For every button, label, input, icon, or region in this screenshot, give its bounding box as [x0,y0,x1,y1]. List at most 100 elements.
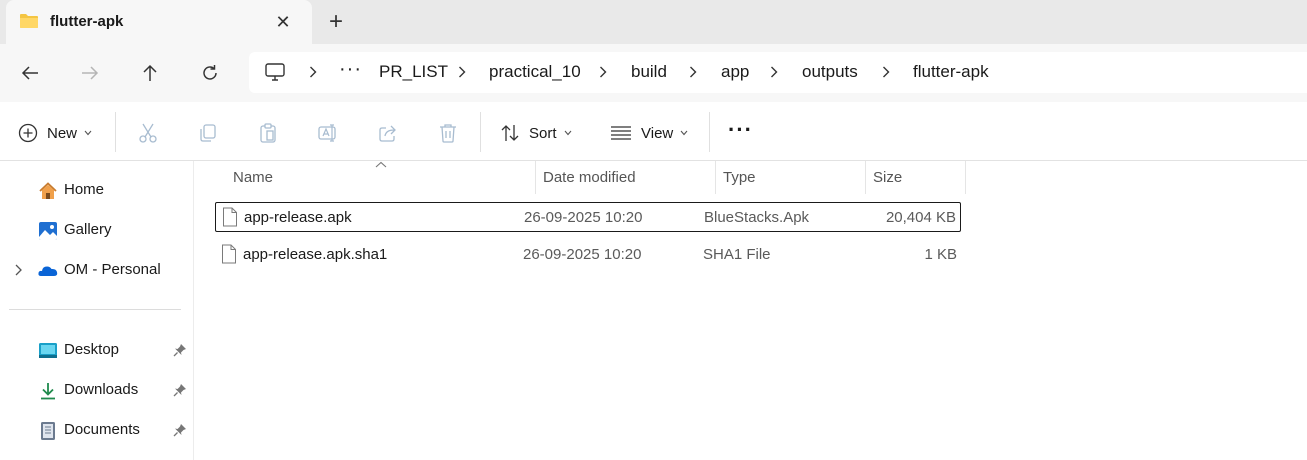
copy-button[interactable] [195,120,221,146]
desktop-icon [39,343,57,358]
breadcrumb-outputs[interactable]: outputs [802,62,858,82]
breadcrumb-app[interactable]: app [721,62,749,82]
file-icon [223,207,237,227]
tab-strip: flutter-apk ✕ + [0,0,1307,44]
folder-icon [20,14,38,28]
chevron-right-icon [686,63,700,81]
breadcrumb-build[interactable]: build [631,62,667,82]
sidebar-item-desktop[interactable]: Desktop [0,333,194,367]
breadcrumb-flutter-apk[interactable]: flutter-apk [913,62,989,82]
rename-button[interactable] [315,120,341,146]
share-button[interactable] [375,120,401,146]
sidebar-item-label: Desktop [64,341,120,358]
refresh-icon [203,65,217,80]
file-date-modified: 26-09-2025 10:20 [524,209,643,226]
chevron-down-icon [84,130,92,136]
sidebar-item-label: Home [64,181,105,198]
sidebar-item-downloads[interactable]: Downloads [0,373,194,407]
documents-icon [41,422,55,440]
this-pc-icon [265,63,285,81]
plus-circle-icon [18,123,38,143]
chevron-right-icon [455,63,469,81]
sidebar-item-documents[interactable]: Documents [0,413,194,447]
new-tab-button[interactable]: + [320,8,352,36]
column-header-name[interactable]: Name [233,169,273,193]
arrow-left-icon [21,66,38,80]
sidebar-item-label: Downloads [64,381,139,398]
file-icon [222,244,236,264]
sort-ascending-icon [375,161,387,168]
home-icon [39,182,57,199]
navigation-bar: ··· PR_LIST practical_10 build app outpu… [0,44,1307,102]
sidebar-item-home[interactable]: Home [0,173,194,207]
rename-icon [318,124,336,142]
breadcrumb-overflow-button[interactable]: ··· [339,58,362,81]
column-divider[interactable] [965,161,966,194]
sidebar-item-gallery[interactable]: Gallery [0,213,194,247]
navigation-pane: Home Gallery OM - Personal Desktop Downl… [0,161,194,460]
file-size: 20,404 KB [885,209,956,226]
column-header-type[interactable]: Type [723,169,756,193]
copy-icon [200,124,216,142]
arrow-up-icon [143,64,157,81]
refresh-button[interactable] [194,58,226,88]
sidebar-item-label: Gallery [64,221,112,238]
column-divider[interactable] [535,161,536,194]
sort-label: Sort [529,124,557,142]
close-icon: ✕ [275,11,291,32]
sidebar-item-label: Documents [64,421,140,438]
breadcrumb-practical-10[interactable]: practical_10 [489,62,581,82]
address-bar[interactable]: ··· PR_LIST practical_10 build app outpu… [249,52,1307,93]
pin-icon[interactable] [173,343,187,357]
arrow-right-icon [82,66,99,80]
sidebar-item-onedrive[interactable]: OM - Personal [0,253,194,287]
file-name: app-release.apk [244,209,352,226]
column-header-date[interactable]: Date modified [543,169,636,193]
share-icon [379,125,396,142]
chevron-right-icon[interactable] [13,264,23,276]
breadcrumb-pr-list[interactable]: PR_LIST [379,62,448,82]
file-date-modified: 26-09-2025 10:20 [523,246,642,263]
tab-flutter-apk[interactable]: flutter-apk ✕ [6,0,312,44]
table-row[interactable]: app-release.apk.sha1 26-09-2025 10:20 SH… [215,240,961,270]
toolbar-divider [709,112,710,152]
pin-icon[interactable] [173,383,187,397]
scissors-icon [139,123,157,143]
forward-button[interactable] [74,58,106,88]
sidebar-item-label: OM - Personal [64,261,161,278]
chevron-down-icon [680,130,688,136]
file-name: app-release.apk.sha1 [243,246,388,263]
sort-button[interactable]: Sort [500,119,572,147]
up-button[interactable] [134,58,166,88]
close-tab-button[interactable]: ✕ [268,8,298,36]
sidebar-divider [9,309,181,310]
file-type: BlueStacks.Apk [704,209,810,226]
view-button[interactable]: View [610,119,688,147]
file-size: 1 KB [924,246,957,263]
new-button[interactable]: New [18,119,92,147]
chevron-right-icon [306,63,320,81]
new-label: New [47,124,78,142]
chevron-right-icon [767,63,781,81]
downloads-icon [41,383,55,400]
back-button[interactable] [14,58,46,88]
trash-icon [440,124,456,143]
chevron-right-icon [596,63,610,81]
file-list: Name Date modified Type Size app-release… [195,161,1307,460]
view-list-icon [611,126,631,140]
delete-button[interactable] [435,120,461,146]
table-row[interactable]: app-release.apk 26-09-2025 10:20 BlueSta… [215,202,961,232]
view-label: View [641,124,674,142]
sort-icon [501,125,519,141]
column-header-size[interactable]: Size [873,169,902,193]
cut-button[interactable] [135,120,161,146]
see-more-button[interactable]: ··· [728,116,753,144]
chevron-down-icon [564,130,571,136]
pin-icon[interactable] [173,423,187,437]
column-divider[interactable] [865,161,866,194]
gallery-icon [39,222,57,240]
command-bar: New Sort View ··· [0,102,1307,161]
toolbar-divider [480,112,481,152]
column-divider[interactable] [715,161,716,194]
paste-button[interactable] [255,120,281,146]
